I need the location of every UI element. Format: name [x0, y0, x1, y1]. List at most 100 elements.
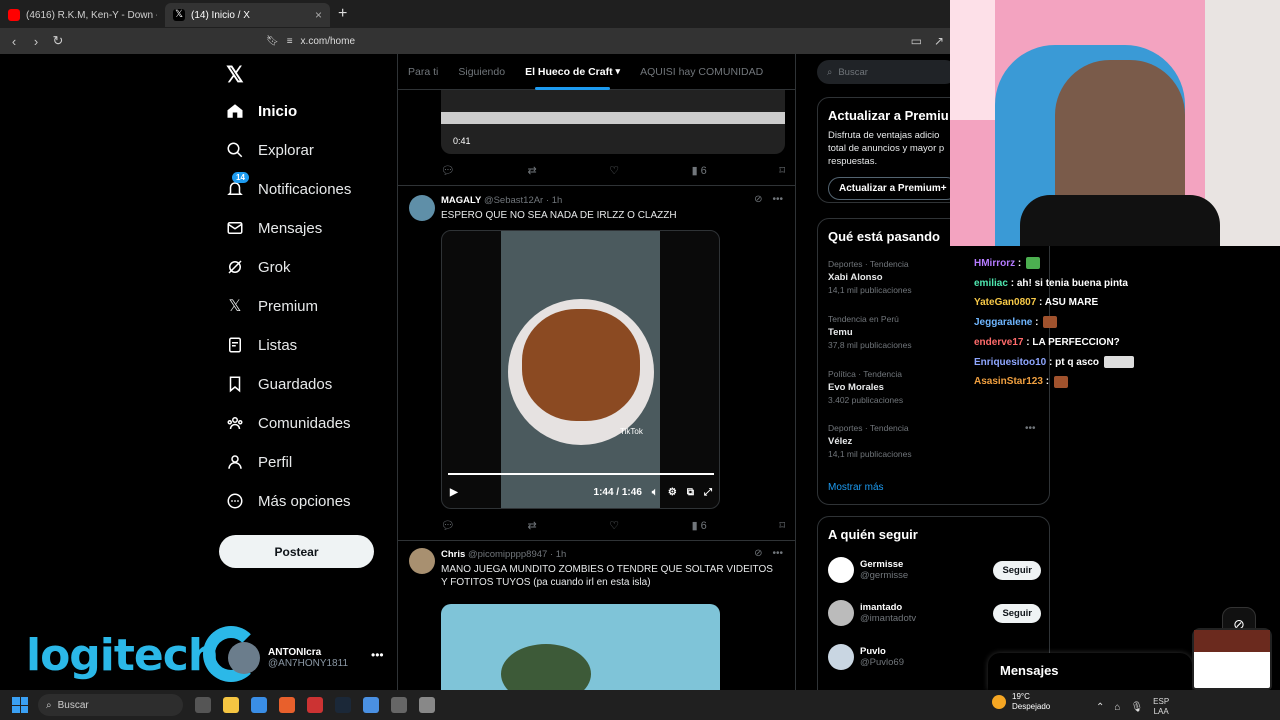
language-indicator[interactable]: ESP LAA: [1153, 697, 1169, 717]
search-input[interactable]: ⌕ Buscar: [817, 60, 957, 84]
trend-item[interactable]: Tendencia en Perú Temu 37,8 mil publicac…: [828, 313, 912, 352]
notes-icon[interactable]: [363, 697, 379, 713]
follow-button[interactable]: Seguir: [993, 603, 1041, 623]
messages-drawer[interactable]: Mensajes: [988, 653, 1192, 690]
trends-title: Qué está pasando: [828, 229, 940, 244]
tweet-handle[interactable]: @Sebast12Ar: [484, 195, 543, 206]
bookmark-icon[interactable]: ⌑: [779, 164, 785, 177]
tab-para-ti[interactable]: Para ti: [398, 54, 448, 90]
windows-start-icon[interactable]: [12, 697, 28, 713]
brave-icon[interactable]: [279, 697, 295, 713]
volume-icon[interactable]: 🔈︎: [652, 487, 658, 498]
pixel-character-sprite: [1192, 628, 1272, 690]
video-progress[interactable]: [448, 473, 714, 475]
more-icon[interactable]: •••: [371, 648, 384, 662]
app-icon[interactable]: [307, 697, 323, 713]
views-button[interactable]: ▮ 6: [692, 519, 707, 533]
store-icon[interactable]: [251, 697, 267, 713]
nav-explore[interactable]: Explorar: [226, 141, 314, 159]
nav-premium[interactable]: 𝕏 Premium: [226, 297, 318, 316]
avatar[interactable]: [409, 548, 435, 574]
upgrade-premium-button[interactable]: Actualizar a Premium+: [828, 177, 958, 200]
sprite-hair: [1194, 630, 1270, 652]
cast-icon[interactable]: ▭: [911, 34, 922, 48]
trend-item[interactable]: Deportes · Tendencia Xabi Alonso 14,1 mi…: [828, 258, 912, 297]
close-icon[interactable]: ×: [315, 8, 322, 22]
nav-more[interactable]: Más opciones: [226, 492, 351, 510]
tweet-handle[interactable]: @picomipppp8947: [468, 549, 547, 560]
trend-item[interactable]: Deportes · Tendencia Vélez 14,1 mil publ…: [828, 422, 912, 461]
steam-icon[interactable]: [335, 697, 351, 713]
file-explorer-icon[interactable]: [223, 697, 239, 713]
network-icon[interactable]: ⌂: [1114, 702, 1120, 713]
obs-icon[interactable]: [391, 697, 407, 713]
fullscreen-icon[interactable]: ⤢: [704, 487, 712, 498]
task-view-icon[interactable]: [195, 697, 211, 713]
nav-messages[interactable]: Mensajes: [226, 219, 322, 237]
settings-icon[interactable]: [419, 697, 435, 713]
tweet-time[interactable]: 1h: [556, 549, 567, 560]
windows-taskbar: ⌕ Buscar: [0, 690, 1280, 720]
tweet-image[interactable]: [441, 604, 720, 690]
views-button[interactable]: ▮ 6: [692, 164, 707, 178]
tab-hueco-de-craft[interactable]: El Hueco de Craft ▾: [515, 54, 630, 90]
like-icon[interactable]: ♡: [609, 164, 619, 177]
reload-icon[interactable]: ↻: [50, 33, 66, 49]
grok-icon[interactable]: ⊘: [754, 548, 762, 559]
more-icon[interactable]: •••: [772, 194, 783, 205]
share-icon[interactable]: ↗: [934, 34, 944, 48]
nav-grok[interactable]: Grok: [226, 258, 291, 276]
nav-communities[interactable]: Comunidades: [226, 414, 351, 432]
mic-icon[interactable]: 🎙︎: [1130, 702, 1143, 713]
video-player[interactable]: 0:41: [441, 90, 785, 154]
tweet-time[interactable]: 1h: [552, 195, 563, 206]
nav-notifications[interactable]: 14 Notificaciones: [226, 172, 351, 198]
avatar[interactable]: [409, 195, 435, 221]
trend-item[interactable]: Política · Tendencia Evo Morales 3.402 p…: [828, 368, 903, 407]
url-field[interactable]: 🔖︎ ≡ x.com/home: [96, 36, 355, 47]
tab-aquisi-comunidad[interactable]: AQUISI hay COMUNIDAD: [630, 54, 773, 90]
nav-lists[interactable]: Listas: [226, 336, 297, 354]
play-icon[interactable]: ▶: [450, 487, 458, 498]
follow-item[interactable]: Germisse @germisse Seguir: [828, 557, 1041, 583]
chat-user: YateGan0807: [974, 297, 1037, 309]
grok-icon[interactable]: ⊘: [754, 194, 762, 205]
tweet-author[interactable]: MAGALY: [441, 195, 481, 206]
reply-icon[interactable]: 💬︎: [441, 164, 455, 177]
tab-siguiendo[interactable]: Siguiendo: [448, 54, 515, 90]
chevron-down-icon[interactable]: ▾: [616, 66, 621, 77]
show-more-link[interactable]: Mostrar más: [828, 482, 884, 493]
taskbar-search[interactable]: ⌕ Buscar: [38, 694, 183, 716]
tab-youtube[interactable]: (4616) R.K.M, Ken-Y - Down - YouTube: [0, 3, 165, 27]
site-info-icon[interactable]: ≡: [287, 36, 293, 47]
retweet-icon[interactable]: ⇄: [527, 164, 536, 177]
tab-label: El Hueco de Craft: [525, 65, 613, 78]
person-icon: [226, 453, 244, 471]
forward-icon[interactable]: ›: [28, 34, 44, 49]
follow-item[interactable]: imantado @imantadotv Seguir: [828, 600, 1041, 626]
chevron-up-icon[interactable]: ⌃: [1096, 702, 1104, 713]
video-player[interactable]: TikTok ▶ 1:44 / 1:46 🔈︎ ⚙︎ ⧉ ⤢: [441, 230, 720, 509]
reply-icon[interactable]: 💬︎: [441, 519, 455, 532]
retweet-icon[interactable]: ⇄: [527, 519, 536, 532]
bookmark-icon[interactable]: ⌑: [779, 519, 785, 532]
tab-x[interactable]: 𝕏 (14) Inicio / X ×: [165, 3, 330, 27]
weather-widget[interactable]: 19°C Despejado: [992, 692, 1050, 712]
back-icon[interactable]: ‹: [6, 34, 22, 49]
settings-icon[interactable]: ⚙︎: [668, 487, 677, 498]
nav-profile[interactable]: Perfil: [226, 453, 292, 471]
x-logo-icon[interactable]: 𝕏: [226, 62, 244, 88]
account-switcher[interactable]: ANTONIcra @AN7HONY1811 •••: [228, 642, 384, 674]
post-button[interactable]: Postear: [219, 535, 374, 568]
nav-bookmarks[interactable]: Guardados: [226, 375, 332, 393]
more-icon[interactable]: •••: [772, 548, 783, 559]
like-icon[interactable]: ♡: [609, 519, 619, 532]
trend-name: Xabi Alonso: [828, 272, 883, 283]
tweet-author[interactable]: Chris: [441, 549, 465, 560]
bookmark-icon[interactable]: 🔖︎: [266, 36, 279, 47]
new-tab-icon[interactable]: +: [338, 5, 347, 23]
nav-home[interactable]: Inicio: [226, 102, 297, 120]
more-icon[interactable]: •••: [1025, 423, 1036, 434]
follow-button[interactable]: Seguir: [993, 560, 1041, 580]
pip-icon[interactable]: ⧉: [687, 487, 694, 498]
